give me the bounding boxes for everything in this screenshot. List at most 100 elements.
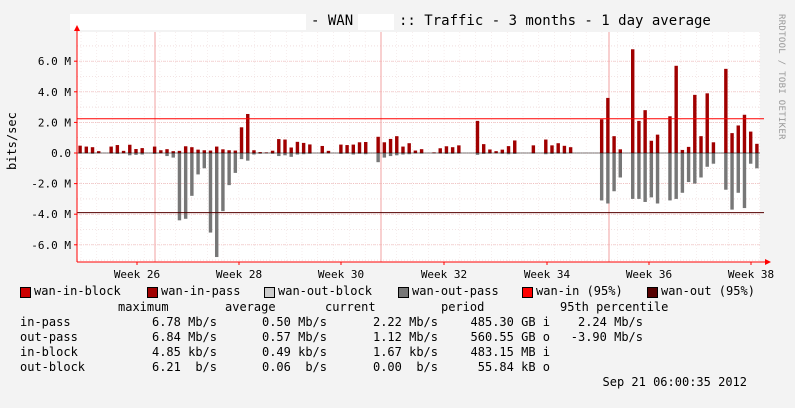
bar-in-pass <box>109 146 113 153</box>
bar-in-pass <box>457 145 461 153</box>
bar-in-pass <box>550 145 554 153</box>
bar-out-pass <box>680 153 685 193</box>
bar-in-pass <box>413 150 418 153</box>
bar-out-pass <box>214 153 219 258</box>
bar-out-pass <box>618 153 623 178</box>
bar-out-pass <box>736 153 740 193</box>
bar-in-pass <box>668 116 672 153</box>
x-tick-label: Week 30 <box>318 268 364 281</box>
bar-out-pass <box>183 153 188 219</box>
stats-period: 55.84 kB o <box>477 360 550 374</box>
bar-out-pass <box>190 153 194 196</box>
bar-out-pass <box>655 153 660 204</box>
bar-in-pass <box>208 150 213 153</box>
bar-in-pass <box>202 150 206 153</box>
bar-in-pass <box>401 146 405 153</box>
bar-in-pass <box>742 114 747 153</box>
bar-in-pass <box>736 125 740 153</box>
stats-period: 483.15 MB i <box>470 345 550 359</box>
bar-in-pass <box>134 149 138 153</box>
legend-label: wan-in-block <box>34 284 121 298</box>
bar-in-pass <box>612 136 616 153</box>
bar-out-pass <box>649 153 654 198</box>
stats-period: 560.55 GB o <box>470 330 550 344</box>
bar-out-pass <box>631 153 635 199</box>
bar-out-pass <box>165 153 169 157</box>
bar-out-pass <box>128 153 132 156</box>
bar-in-pass <box>221 149 225 153</box>
y-tick-label: -6.0 M <box>31 239 71 252</box>
legend-swatch <box>147 287 158 298</box>
legend-label: wan-in-pass <box>161 284 241 298</box>
legend-swatch <box>264 287 275 298</box>
bar-in-pass <box>631 49 635 153</box>
bar-in-pass <box>301 142 306 153</box>
bar-in-pass <box>177 150 182 153</box>
bar-out-pass <box>612 153 616 192</box>
bar-in-pass <box>674 65 678 153</box>
bar-in-pass <box>345 145 349 153</box>
y-tick-label: 0.0 <box>51 147 71 160</box>
stats-header: maximum <box>118 300 169 314</box>
bar-in-pass <box>246 113 250 153</box>
stats-header: period <box>441 300 485 314</box>
bar-in-pass <box>531 145 536 153</box>
legend-swatch <box>522 287 533 298</box>
legend-label: wan-out (95%) <box>661 284 755 298</box>
bar-in-pass <box>506 146 511 153</box>
bar-out-pass <box>289 153 293 157</box>
bar-in-pass <box>90 147 95 153</box>
bar-in-pass <box>128 144 132 153</box>
x-tick-label: Week 32 <box>421 268 467 281</box>
bar-in-pass <box>78 145 82 153</box>
bar-out-pass <box>376 153 380 163</box>
timestamp: Sep 21 06:00:35 2012 <box>602 375 748 389</box>
y-tick-label: 2.0 M <box>38 116 71 129</box>
bar-out-pass <box>177 153 182 221</box>
bar-out-pass <box>711 153 716 164</box>
bar-in-pass <box>289 147 293 153</box>
bar-in-pass <box>364 141 368 153</box>
bar-in-pass <box>140 148 144 153</box>
bar-in-pass <box>165 149 169 153</box>
bar-in-pass <box>711 142 716 153</box>
bar-out-pass <box>196 153 200 175</box>
bar-in-pass <box>233 150 238 153</box>
legend-label: wan-out-pass <box>412 284 499 298</box>
bar-in-pass <box>513 140 517 153</box>
bar-out-pass <box>668 153 672 201</box>
bar-in-pass <box>693 94 697 153</box>
bar-in-pass <box>357 142 362 153</box>
bar-out-pass <box>283 153 287 156</box>
bar-in-pass <box>643 110 647 153</box>
bar-in-pass <box>568 147 573 153</box>
bar-out-pass <box>742 153 747 209</box>
chart-canvas: 6.0 M 4.0 M 2.0 M 0.0 -2.0 M -4.0 M -6.0 M Week… <box>31 25 774 281</box>
y-tick-label: 4.0 M <box>38 86 71 99</box>
bar-out-pass <box>643 153 647 202</box>
bar-in-pass <box>277 139 281 153</box>
bar-out-pass <box>208 153 213 233</box>
bar-in-pass <box>556 143 560 153</box>
x-tick-label: Week 38 <box>728 268 774 281</box>
bar-out-pass <box>277 153 281 157</box>
bar-in-pass <box>599 119 604 153</box>
bar-in-pass <box>475 120 480 153</box>
bar-in-pass <box>270 150 275 153</box>
bar-in-pass <box>450 147 455 153</box>
bar-out-pass <box>686 153 691 183</box>
bar-in-pass <box>190 147 194 153</box>
x-tick-label: Week 26 <box>114 268 160 281</box>
bar-out-pass <box>699 153 703 178</box>
bar-in-pass <box>308 144 312 153</box>
bar-in-pass <box>320 145 324 153</box>
bar-in-pass <box>152 146 157 153</box>
stats-header: 95th percentile <box>560 300 669 314</box>
bar-in-pass <box>252 150 256 153</box>
y-tick-label: -2.0 M <box>31 178 71 191</box>
bar-in-pass <box>444 146 449 153</box>
bar-in-pass <box>730 133 734 153</box>
bar-in-pass <box>351 144 356 153</box>
bar-in-pass <box>115 145 120 153</box>
x-axis-arrow <box>765 259 771 265</box>
